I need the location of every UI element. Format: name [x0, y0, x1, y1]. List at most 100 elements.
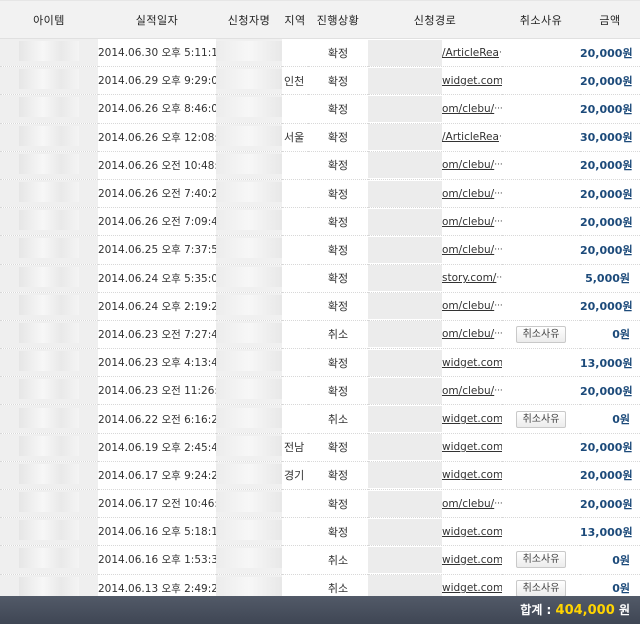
name-cell-redacted — [216, 151, 282, 180]
item-cell-redacted — [0, 235, 98, 265]
route-link[interactable]: widget.com — [442, 469, 502, 481]
route-link[interactable]: om/clebu/ — [442, 188, 494, 200]
name-cell-redacted — [216, 123, 282, 152]
cancel-cell — [502, 517, 580, 547]
cancel-cell — [502, 433, 580, 462]
route-redacted — [368, 39, 442, 66]
route-link[interactable]: om/clebu/ — [442, 498, 494, 510]
table-body: 2014.06.30 오후 5:11:17확정/ArticleRea···20,… — [0, 38, 640, 603]
route-link[interactable]: story.com/ — [442, 272, 496, 284]
table-row: 2014.06.19 오후 2:45:48 전남확정widget.com··· 20… — [0, 433, 640, 462]
route-link[interactable]: om/clebu/ — [442, 103, 494, 115]
cancel-reason-button[interactable]: 취소사유 — [515, 551, 567, 569]
table-row: 2014.06.26 오후 8:46:02 확정 om/clebu/··· 20,00… — [0, 94, 640, 124]
header-date: 실적일자 — [98, 0, 216, 39]
route-cell: om/clebu/··· — [368, 292, 502, 321]
date-cell: 2014.06.26 오전 10:48:44 — [98, 151, 216, 180]
route-cell: /ArticleRea··· — [368, 38, 502, 68]
route-link[interactable]: om/clebu/ — [442, 159, 494, 171]
route-link[interactable]: /ArticleRea — [442, 131, 499, 143]
name-cell-redacted — [216, 545, 282, 575]
table-row: 2014.06.25 오후 7:37:54 확정 om/clebu/··· 20,00… — [0, 235, 640, 265]
item-cell-redacted — [0, 517, 98, 547]
cancel-cell — [502, 489, 580, 519]
amount-cell: 5,000원 — [580, 264, 640, 293]
amount-cell: 20,000원 — [580, 179, 640, 209]
route-link[interactable]: om/clebu/ — [442, 244, 494, 256]
route-link[interactable]: om/clebu/ — [442, 300, 494, 312]
region-cell — [282, 545, 308, 575]
item-cell-redacted — [0, 38, 98, 68]
route-link[interactable]: widget.com — [442, 582, 502, 594]
item-cell-redacted — [0, 292, 98, 321]
status-cell: 확정 — [308, 94, 368, 124]
route-cell: widget.com··· — [368, 461, 502, 491]
route-ellipsis: ··· — [494, 385, 502, 396]
table-row: 2014.06.22 오전 6:16:22 취소widget.com··· 취소사유… — [0, 404, 640, 434]
item-cell-redacted — [0, 264, 98, 293]
status-cell: 확정 — [308, 151, 368, 180]
table-row: 2014.06.30 오후 5:11:17 확정/ArticleRea··· 20,… — [0, 38, 640, 68]
table-row: 2014.06.23 오후 4:13:48 확정widget.com··· 13,0… — [0, 348, 640, 378]
cancel-reason-button[interactable]: 취소사유 — [515, 410, 567, 428]
route-link[interactable]: om/clebu/ — [442, 216, 494, 228]
route-cell: om/clebu/··· — [368, 489, 502, 519]
route-redacted — [368, 208, 442, 235]
header-route: 신청경로 — [368, 0, 502, 39]
route-link[interactable]: om/clebu/ — [442, 328, 494, 340]
route-link[interactable]: om/clebu/ — [442, 385, 494, 397]
region-cell: 경기 — [282, 461, 308, 491]
amount-cell: 0원 — [580, 320, 640, 350]
cancel-reason-button[interactable]: 취소사유 — [515, 579, 567, 597]
status-cell: 확정 — [308, 489, 368, 519]
cancel-cell: 취소사유 — [502, 404, 580, 434]
route-link[interactable]: /ArticleRea — [442, 47, 499, 59]
status-cell: 확정 — [308, 179, 368, 209]
route-link[interactable]: widget.com — [442, 526, 502, 538]
table-row: 2014.06.17 오전 10:46:43확정om/clebu/···20,0… — [0, 489, 640, 519]
cancel-cell — [502, 207, 580, 237]
amount-cell: 30,000원 — [580, 123, 640, 152]
header-item: 아이템 — [0, 0, 98, 39]
date-cell: 2014.06.26 오전 7:09:47 — [98, 207, 216, 237]
name-cell-redacted — [216, 348, 282, 378]
route-ellipsis: ··· — [494, 244, 502, 255]
cancel-cell — [502, 376, 580, 406]
date-cell: 2014.06.25 오후 7:37:54 — [98, 235, 216, 265]
region-cell — [282, 404, 308, 434]
item-cell-redacted — [0, 320, 98, 350]
region-cell — [282, 320, 308, 350]
region-cell: 서울 — [282, 123, 308, 152]
total-bar: 합계 : 404,000 원 — [0, 596, 640, 624]
amount-cell: 20,000원 — [580, 66, 640, 96]
date-cell: 2014.06.23 오후 4:13:48 — [98, 348, 216, 378]
cancel-cell — [502, 94, 580, 124]
amount-cell: 20,000원 — [580, 151, 640, 180]
amount-cell: 20,000원 — [580, 292, 640, 321]
route-link[interactable]: widget.com — [442, 441, 502, 453]
route-link[interactable]: widget.com — [442, 357, 502, 369]
date-cell: 2014.06.17 오전 10:46:43 — [98, 489, 216, 519]
date-cell: 2014.06.24 오후 5:35:03 — [98, 264, 216, 293]
route-ellipsis: ··· — [494, 498, 502, 509]
region-cell — [282, 235, 308, 265]
table-row: 2014.06.24 오후 5:35:03확정story.com/···5,00… — [0, 264, 640, 293]
route-cell: widget.com··· — [368, 348, 502, 378]
route-ellipsis: ··· — [498, 47, 502, 58]
route-ellipsis: ··· — [498, 132, 502, 143]
amount-cell: 20,000원 — [580, 461, 640, 491]
item-cell-redacted — [0, 545, 98, 575]
cancel-cell: 취소사유 — [502, 545, 580, 575]
route-link[interactable]: widget.com — [442, 554, 502, 566]
route-link[interactable]: widget.com — [442, 413, 502, 425]
route-redacted — [368, 462, 442, 489]
cancel-reason-button[interactable]: 취소사유 — [515, 325, 567, 343]
region-cell — [282, 38, 308, 68]
date-cell: 2014.06.26 오전 7:40:24 — [98, 179, 216, 209]
route-ellipsis: ··· — [494, 216, 502, 227]
status-cell: 확정 — [308, 123, 368, 152]
route-redacted — [368, 518, 442, 545]
route-cell: om/clebu/··· — [368, 94, 502, 124]
route-link[interactable]: widget.com — [442, 75, 502, 87]
status-cell: 취소 — [308, 545, 368, 575]
